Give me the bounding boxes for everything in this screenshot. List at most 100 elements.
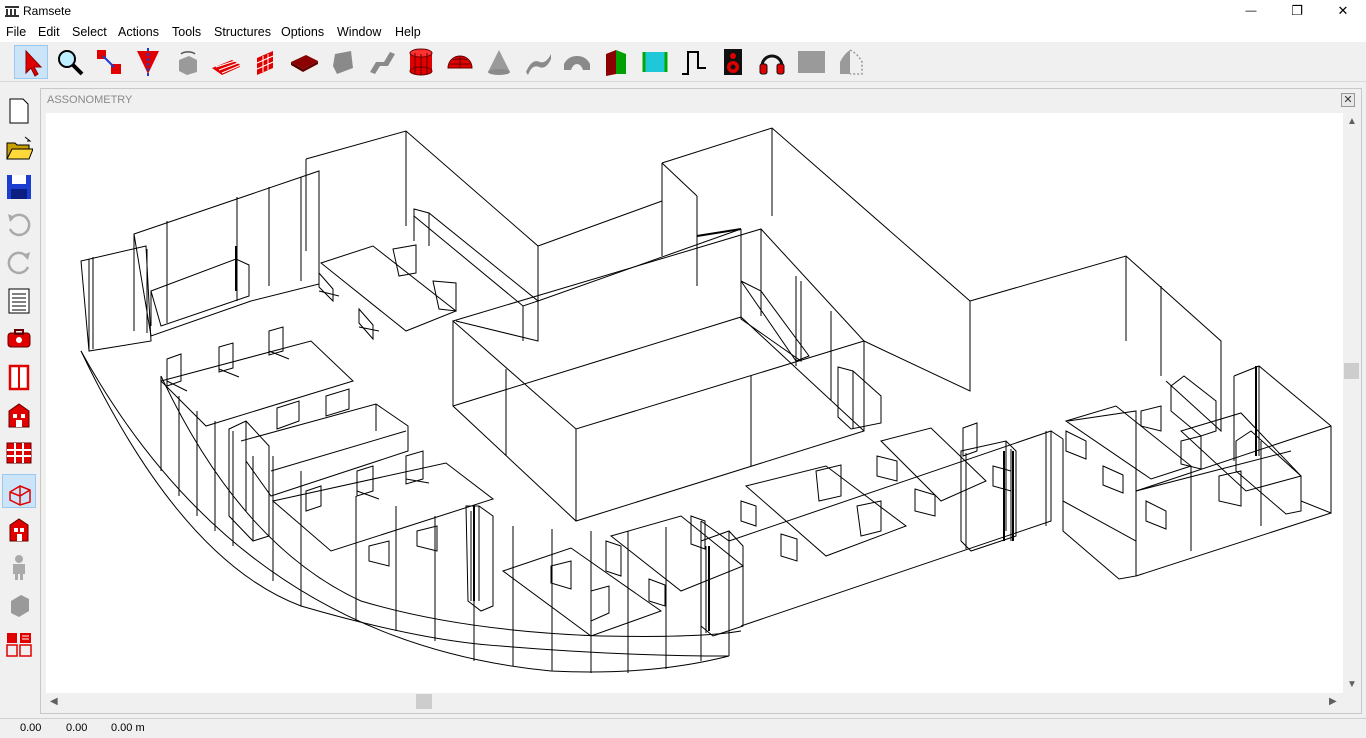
restore-button[interactable]: ❐ [1274, 0, 1320, 22]
menu-help[interactable]: Help [395, 25, 421, 39]
cut-plane-icon [137, 48, 159, 76]
status-x-coordinate: 0.00 [20, 722, 42, 734]
house-wireframe-icon [9, 485, 31, 506]
brick-wall-icon [256, 51, 274, 75]
vertical-scrollbar[interactable]: ▲ ▼ [1343, 113, 1360, 693]
list-report-button[interactable] [2, 284, 36, 318]
save-button[interactable] [2, 170, 36, 204]
solid-block-button[interactable] [2, 588, 36, 622]
building-icon [8, 403, 30, 428]
zoom-magnifier-icon [58, 50, 84, 76]
arch-button[interactable] [560, 45, 594, 79]
bent-surface-button[interactable] [365, 45, 399, 79]
cut-plane-button[interactable] [131, 45, 165, 79]
building-button[interactable] [2, 398, 36, 432]
toolbox-button[interactable] [2, 322, 36, 356]
menu-edit[interactable]: Edit [38, 25, 60, 39]
speaker-icon [724, 49, 742, 75]
zoom-tool-button[interactable] [53, 45, 87, 79]
horizontal-scroll-thumb[interactable] [416, 694, 432, 709]
person-icon [13, 555, 25, 580]
slab-button[interactable] [287, 45, 321, 79]
panel-button[interactable] [794, 45, 828, 79]
cylinder-button[interactable] [404, 45, 438, 79]
panel-icon [798, 51, 825, 73]
close-button[interactable]: ✕ [1320, 0, 1366, 22]
move-points-button[interactable] [92, 45, 126, 79]
speaker-button[interactable] [716, 45, 750, 79]
menu-file[interactable]: File [6, 25, 26, 39]
save-disk-icon [7, 175, 31, 199]
headphones-icon [759, 54, 785, 75]
menu-options[interactable]: Options [281, 25, 324, 39]
curved-surface-icon [526, 54, 551, 75]
window-icon [642, 52, 668, 72]
minimize-button[interactable]: — [1228, 0, 1274, 22]
rotate-view-icon [179, 51, 197, 75]
document-title: ASSONOMETRY [47, 94, 133, 106]
dome-icon [447, 55, 473, 69]
polygon-surface-button[interactable] [326, 45, 360, 79]
scroll-up-icon[interactable]: ▲ [1347, 116, 1357, 127]
redo-icon [7, 251, 30, 275]
minimize-icon: — [1245, 5, 1257, 17]
floor-grid-button[interactable] [209, 45, 243, 79]
dome-button[interactable] [443, 45, 477, 79]
new-document-button[interactable] [2, 94, 36, 128]
door-icon [606, 50, 626, 76]
door-button[interactable] [599, 45, 633, 79]
document-close-button[interactable]: ✕ [1341, 93, 1355, 107]
menu-structures[interactable]: Structures [214, 25, 271, 39]
grid-facade-icon [6, 442, 32, 464]
move-points-icon [97, 50, 121, 74]
floor-grid-icon [212, 60, 240, 75]
menu-bar: File Edit Select Actions Tools Structure… [0, 22, 1366, 42]
building-small-icon [9, 518, 29, 542]
assonometry-window: ASSONOMETRY ✕ ▲ ▼ ◀ ▶ [40, 88, 1362, 714]
scroll-right-icon[interactable]: ▶ [1329, 696, 1337, 707]
house-wireframe-button[interactable] [2, 474, 36, 508]
open-folder-icon [6, 136, 33, 160]
curved-surface-button[interactable] [521, 45, 555, 79]
step-profile-button[interactable] [677, 45, 711, 79]
drawing-canvas[interactable] [46, 113, 1343, 693]
person-button[interactable] [2, 550, 36, 584]
window-title: Ramsete [23, 4, 72, 18]
cone-icon [488, 50, 510, 75]
listener-shape-icon [840, 49, 863, 75]
vertical-scroll-thumb[interactable] [1344, 363, 1359, 379]
open-folder-button[interactable] [2, 132, 36, 166]
grid-facade-button[interactable] [2, 436, 36, 470]
side-toolbar [0, 82, 38, 718]
building-small-button[interactable] [2, 512, 36, 546]
scroll-left-icon[interactable]: ◀ [50, 696, 58, 707]
rotate-view-button[interactable] [170, 45, 204, 79]
close-icon: ✕ [1343, 94, 1353, 106]
select-tool-button[interactable] [14, 45, 48, 79]
solid-block-icon [11, 595, 29, 617]
window-button[interactable] [638, 45, 672, 79]
close-icon: ✕ [1337, 3, 1349, 18]
redo-button[interactable] [2, 246, 36, 280]
undo-icon [8, 213, 31, 237]
step-profile-icon [682, 51, 706, 75]
brick-wall-button[interactable] [248, 45, 282, 79]
title-bar: Ramsete — ❐ ✕ [0, 0, 1366, 22]
menu-window[interactable]: Window [337, 25, 381, 39]
undo-button[interactable] [2, 208, 36, 242]
building-group-button[interactable] [2, 626, 36, 660]
scroll-down-icon[interactable]: ▼ [1347, 679, 1357, 690]
horizontal-scrollbar[interactable]: ◀ ▶ [46, 693, 1343, 710]
menu-actions[interactable]: Actions [118, 25, 159, 39]
menu-select[interactable]: Select [72, 25, 107, 39]
cone-button[interactable] [482, 45, 516, 79]
listener-shape-button[interactable] [833, 45, 867, 79]
app-icon [5, 6, 19, 17]
toolbox-icon [7, 329, 31, 348]
headphones-button[interactable] [755, 45, 789, 79]
door-frame-button[interactable] [2, 360, 36, 394]
new-document-icon [9, 98, 29, 124]
slab-icon [291, 55, 318, 72]
menu-tools[interactable]: Tools [172, 25, 201, 39]
restore-icon: ❐ [1291, 3, 1303, 18]
